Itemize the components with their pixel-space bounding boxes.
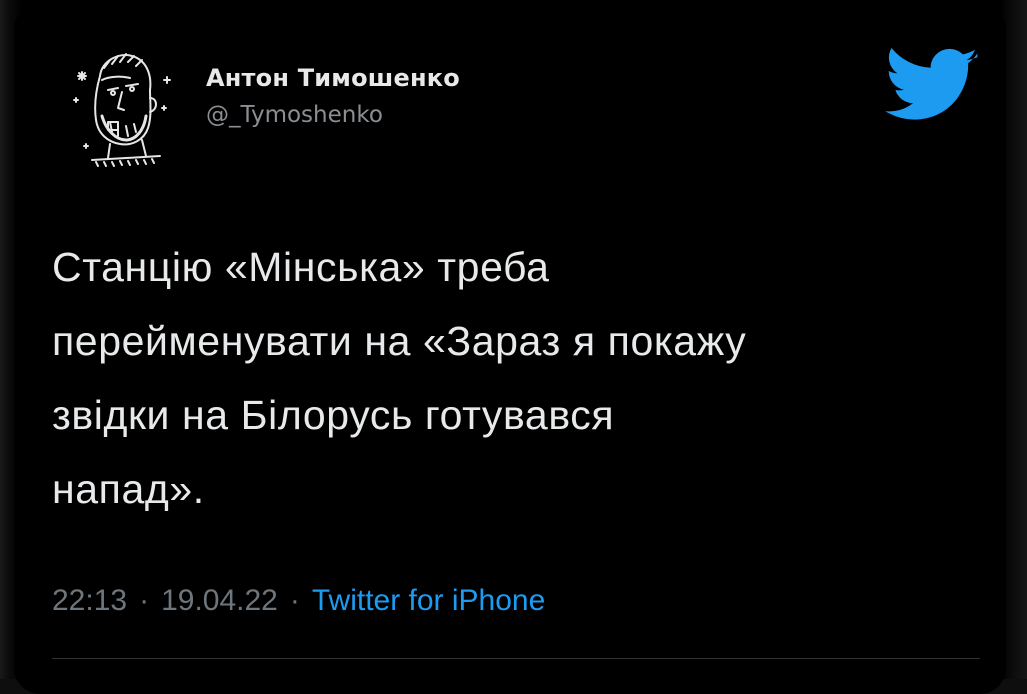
meta-separator: · [139, 584, 150, 617]
tweet-time[interactable]: 22:13 [52, 584, 127, 617]
divider [52, 658, 980, 659]
tweet-text-line: напад». [52, 466, 205, 512]
twitter-bird-icon [884, 48, 980, 126]
sketch-portrait-icon [73, 53, 171, 167]
meta-separator: · [289, 584, 300, 617]
tweet-text: Станцію «Мінська» треба перейменувати на… [52, 230, 982, 526]
screenshot-frame: Антон Тимошенко @_Tymoshenko Станцію «Мі… [0, 0, 1027, 694]
tweet-source-link[interactable]: Twitter for iPhone [312, 584, 545, 617]
author-handle[interactable]: @_Tymoshenko [206, 102, 460, 128]
tweet-text-line: Станцію «Мінська» треба [52, 244, 550, 290]
tweet-meta: 22:13 · 19.04.22 · Twitter for iPhone [52, 584, 545, 618]
tweet-date[interactable]: 19.04.22 [161, 584, 278, 617]
tweet-text-line: звідки на Білорусь готувався [52, 392, 615, 438]
tweet-card: Антон Тимошенко @_Tymoshenko Станцію «Мі… [14, 4, 1006, 694]
author-avatar[interactable] [66, 46, 178, 172]
tweet-author: Антон Тимошенко @_Tymoshenko [206, 64, 460, 128]
author-display-name[interactable]: Антон Тимошенко [206, 64, 460, 92]
tweet-text-line: перейменувати на «Зараз я покажу [52, 318, 747, 364]
